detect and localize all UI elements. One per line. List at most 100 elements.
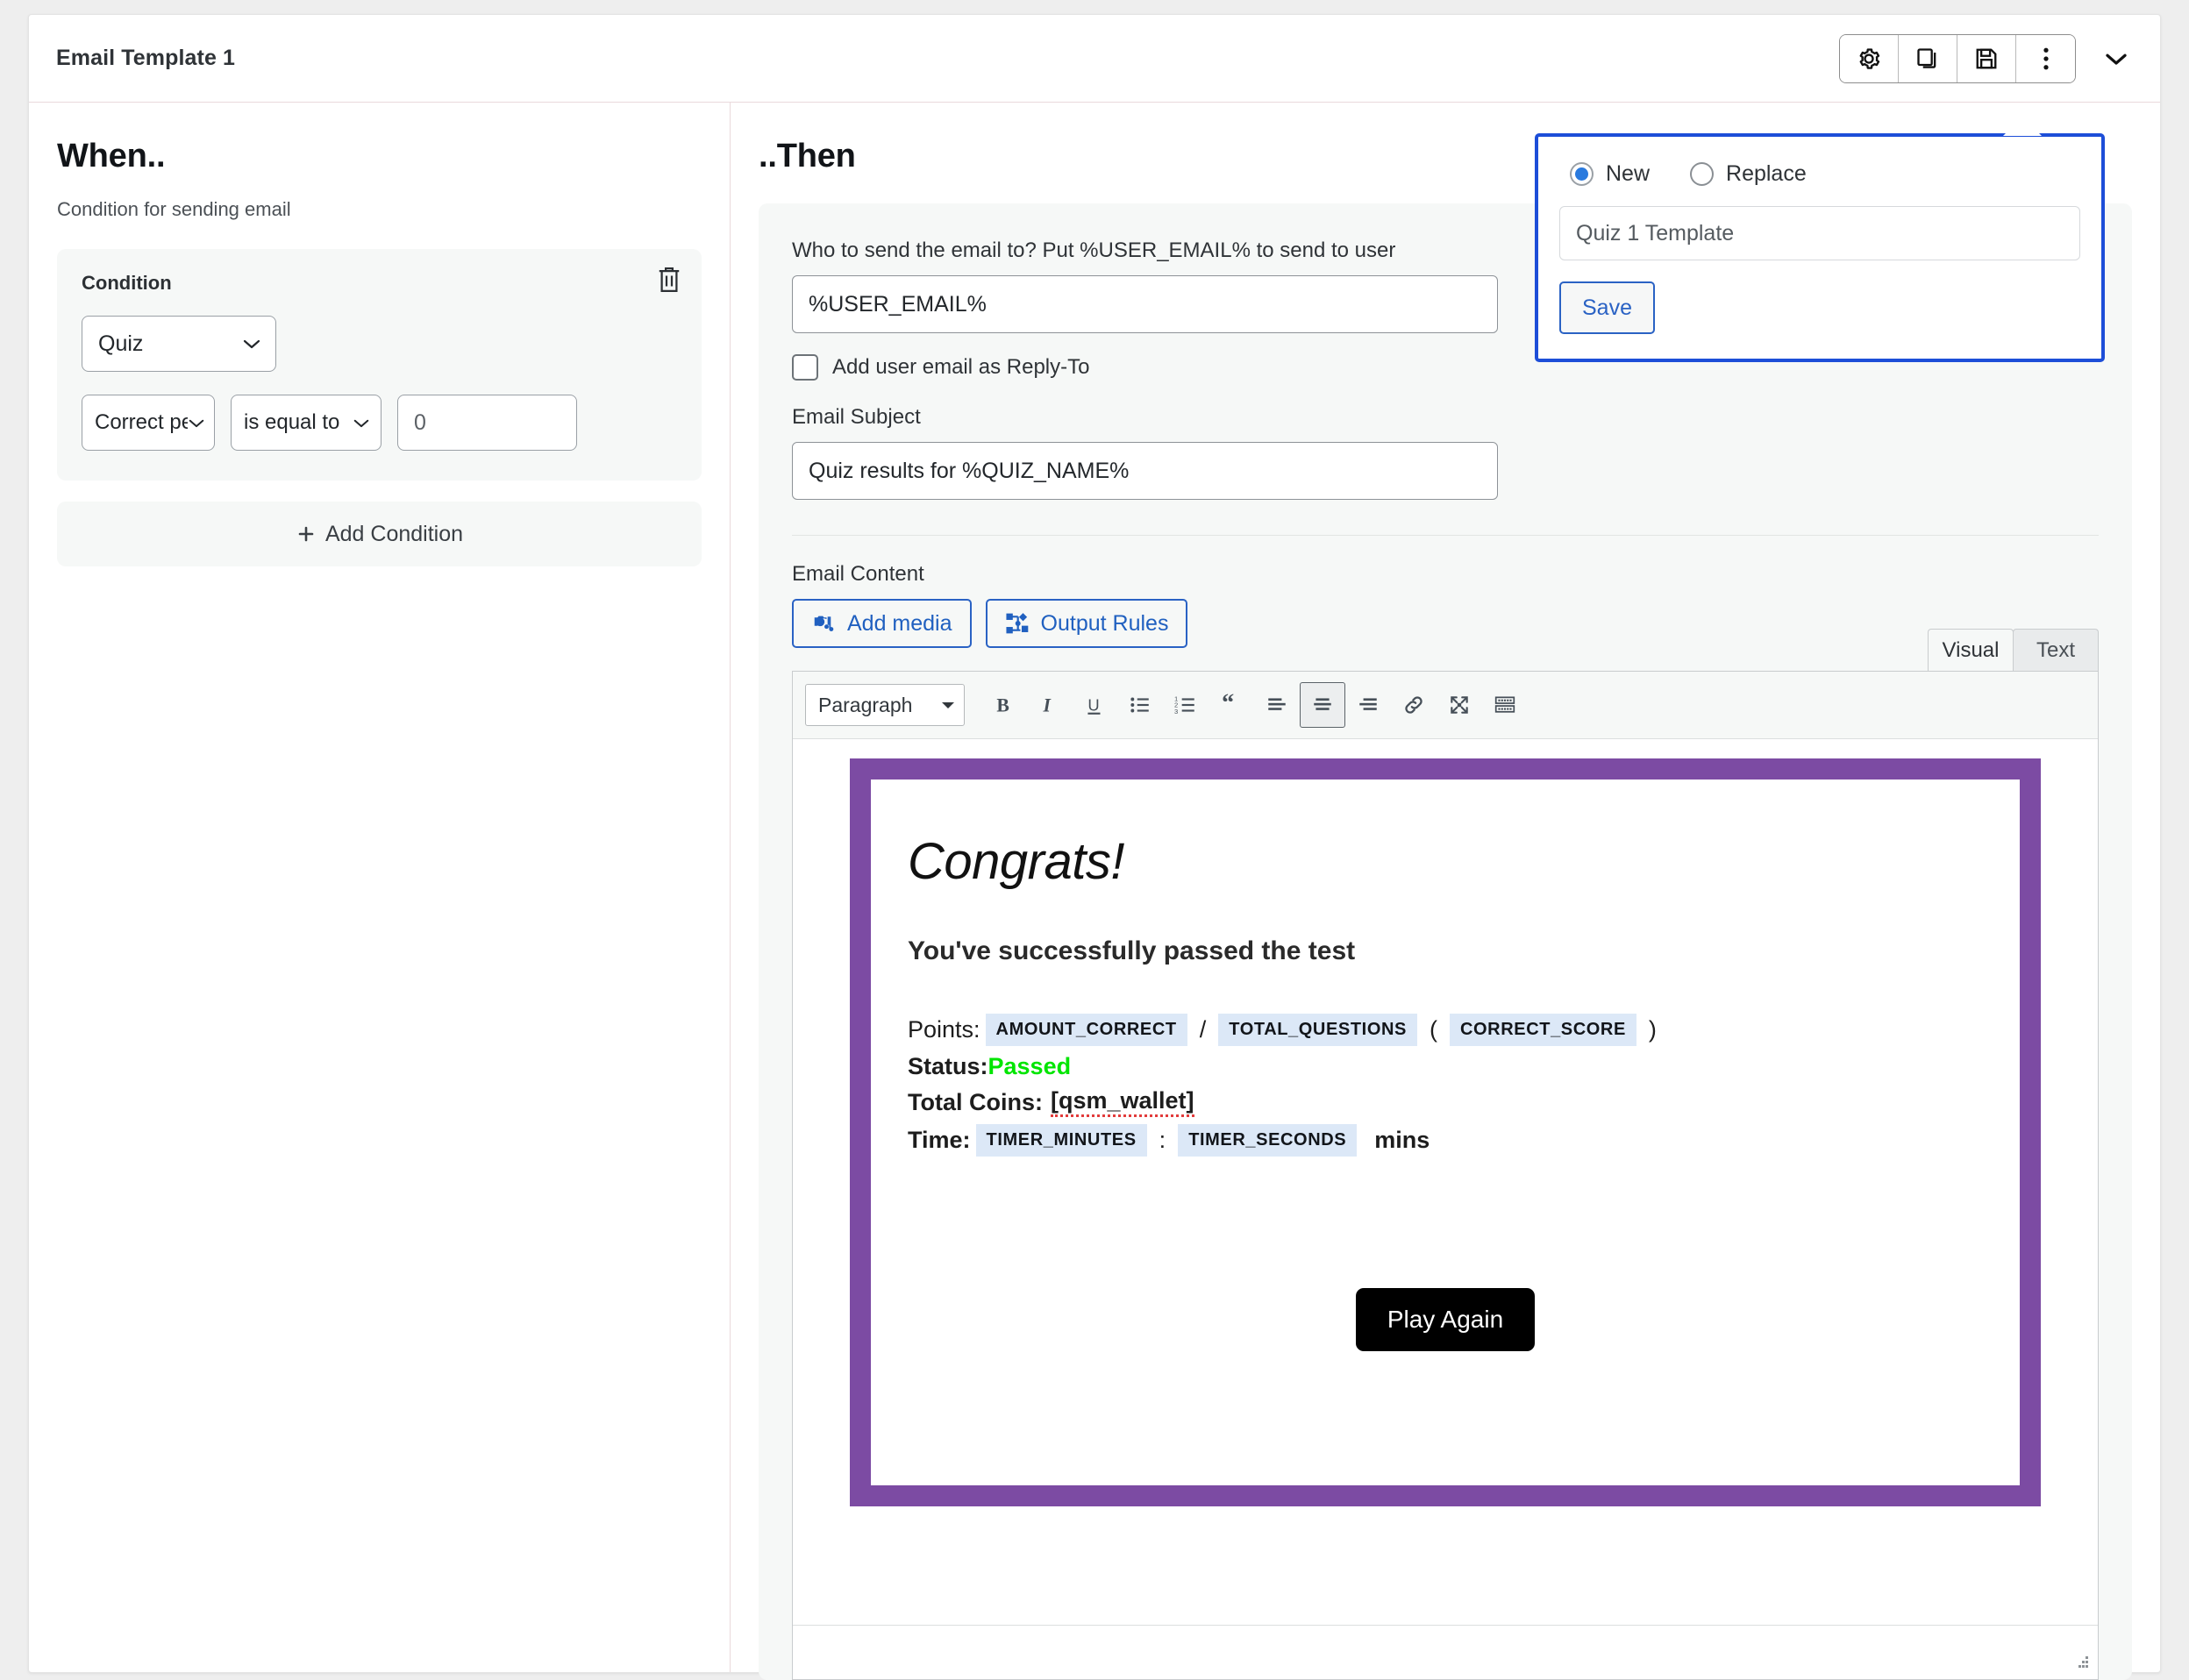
reply-to-label: Add user email as Reply-To [832, 355, 1090, 379]
subject-label: Email Subject [792, 405, 921, 429]
radio-option-replace[interactable]: Replace [1690, 161, 1807, 187]
chevron-down-icon [353, 417, 370, 429]
token-timer-seconds: TIMER_SECONDS [1178, 1124, 1358, 1157]
svg-text:“: “ [1222, 694, 1234, 716]
email-stats: Points: AMOUNT_CORRECT / TOTAL_QUESTIONS… [908, 1014, 1983, 1157]
bold-button[interactable]: B [980, 682, 1026, 728]
token-timer-minutes: TIMER_MINUTES [975, 1124, 1147, 1157]
settings-button[interactable] [1840, 34, 1899, 82]
more-options-button[interactable] [2016, 34, 2075, 82]
then-card: Who to send the email to? Put %USER_EMAI… [759, 203, 2132, 1680]
token-total-questions: TOTAL_QUESTIONS [1218, 1014, 1417, 1046]
kebab-menu-icon [2042, 46, 2050, 72]
save-template-button[interactable] [1957, 34, 2016, 82]
underline-button[interactable]: U [1072, 682, 1117, 728]
align-center-button[interactable] [1300, 682, 1345, 728]
add-condition-button[interactable]: Add Condition [57, 502, 702, 566]
tab-visual[interactable]: Visual [1928, 629, 2014, 671]
add-media-button[interactable]: Add media [792, 599, 972, 648]
condition-field-select[interactable]: Correct per [82, 395, 215, 451]
save-icon [1974, 46, 1999, 71]
add-condition-label: Add Condition [324, 521, 464, 546]
media-icon [811, 611, 836, 636]
fullscreen-icon [1448, 694, 1471, 716]
italic-button[interactable]: I [1026, 682, 1072, 728]
editor-mode-tabs: Visual Text [1928, 629, 2099, 671]
save-mode-radio-group: New Replace [1559, 156, 2080, 187]
bulleted-list-button[interactable] [1117, 682, 1163, 728]
chevron-down-icon [2103, 50, 2129, 68]
radio-replace-label: Replace [1726, 161, 1807, 186]
condition-criteria-row: Correct per is equal to [82, 395, 677, 451]
wp-editor: Visual Text Paragraph B I U 1 2 3 “ Cong… [792, 629, 2099, 1680]
time-label: Time: [908, 1127, 971, 1153]
condition-field-value: Correct per [95, 410, 188, 434]
condition-operator-select[interactable]: is equal to [231, 395, 381, 451]
paragraph-format-select[interactable]: Paragraph [805, 684, 965, 726]
condition-amount-input[interactable] [397, 395, 577, 451]
token-correct-score: CORRECT_SCORE [1449, 1014, 1636, 1046]
tab-text[interactable]: Text [2013, 629, 2099, 671]
status-badge: Passed [988, 1053, 1072, 1079]
chevron-down-icon [188, 417, 205, 429]
email-content-label: Email Content [792, 562, 924, 586]
duplicate-button[interactable] [1899, 34, 1957, 82]
fullscreen-button[interactable] [1437, 682, 1482, 728]
popover-save-button[interactable]: Save [1559, 281, 1655, 334]
editor-action-buttons: Add media Output Rules [792, 599, 2099, 648]
play-again-button[interactable]: Play Again [1355, 1288, 1536, 1351]
align-left-button[interactable] [1254, 682, 1300, 728]
when-pane: When.. Condition for sending email Condi… [29, 103, 731, 1672]
email-subheading: You've successfully passed the test [908, 936, 1356, 965]
plus-icon [296, 523, 317, 545]
chevron-down-icon [242, 338, 261, 350]
radio-option-new[interactable]: New [1570, 161, 1650, 187]
condition-source-select[interactable]: Quiz [82, 316, 276, 372]
email-time-line: Time: TIMER_MINUTES : TIMER_SECONDS mins [908, 1124, 1983, 1157]
editor-toolbar: Paragraph B I U 1 2 3 “ [793, 672, 2098, 739]
numbered-list-icon: 1 2 3 [1174, 694, 1197, 716]
email-coins-line: Total Coins: [qsm_wallet] [908, 1087, 1983, 1117]
paren-close: ) [1648, 1016, 1657, 1043]
delete-condition-button[interactable] [656, 265, 682, 295]
collapse-panel-button[interactable] [2097, 39, 2136, 78]
bulleted-list-icon [1129, 694, 1152, 716]
add-media-label: Add media [847, 610, 952, 636]
numbered-list-button[interactable]: 1 2 3 [1163, 682, 1209, 728]
italic-icon: I [1037, 694, 1060, 716]
template-name-input[interactable] [1559, 206, 2080, 260]
underline-icon: U [1083, 694, 1106, 716]
subject-input[interactable] [792, 442, 1498, 500]
radio-replace-indicator[interactable] [1690, 162, 1715, 186]
email-preview-frame: Congrats! You've successfully passed the… [850, 758, 2041, 1506]
toolbar-toggle-button[interactable] [1482, 682, 1528, 728]
email-template-window: Email Template 1 New Replace Quiz 1 Temp… [28, 14, 2161, 1680]
gear-icon [1856, 46, 1882, 72]
token-amount-correct: AMOUNT_CORRECT [985, 1014, 1187, 1046]
rules-graph-icon [1005, 611, 1030, 636]
header-actions [1839, 33, 2136, 83]
blockquote-button[interactable]: “ [1209, 682, 1254, 728]
output-rules-button[interactable]: Output Rules [985, 599, 1188, 648]
time-colon: : [1159, 1127, 1166, 1153]
time-unit: mins [1374, 1127, 1430, 1153]
recipient-input[interactable] [792, 275, 1498, 333]
save-template-popover: New Replace Save [1535, 117, 2105, 362]
reply-to-checkbox[interactable] [792, 354, 818, 381]
editor-resize-handle[interactable] [2071, 1655, 2090, 1671]
align-right-icon [1357, 694, 1380, 716]
play-again-wrapper: Play Again [908, 1288, 1983, 1351]
output-rules-label: Output Rules [1040, 610, 1169, 636]
recipient-label: Who to send the email to? Put %USER_EMAI… [792, 238, 1396, 262]
page-title: Email Template 1 [56, 46, 235, 70]
chevron-down-icon [941, 701, 955, 709]
editor-canvas[interactable]: Congrats! You've successfully passed the… [793, 739, 2098, 1625]
editor-status-bar [793, 1625, 2098, 1679]
insert-link-button[interactable] [1391, 682, 1437, 728]
coins-shortcode: [qsm_wallet] [1050, 1087, 1194, 1117]
when-subtitle: Condition for sending email [57, 198, 291, 220]
radio-new-indicator[interactable] [1570, 162, 1594, 186]
header-icon-group [1839, 33, 2076, 83]
align-right-button[interactable] [1345, 682, 1391, 728]
points-label: Points: [908, 1016, 980, 1043]
